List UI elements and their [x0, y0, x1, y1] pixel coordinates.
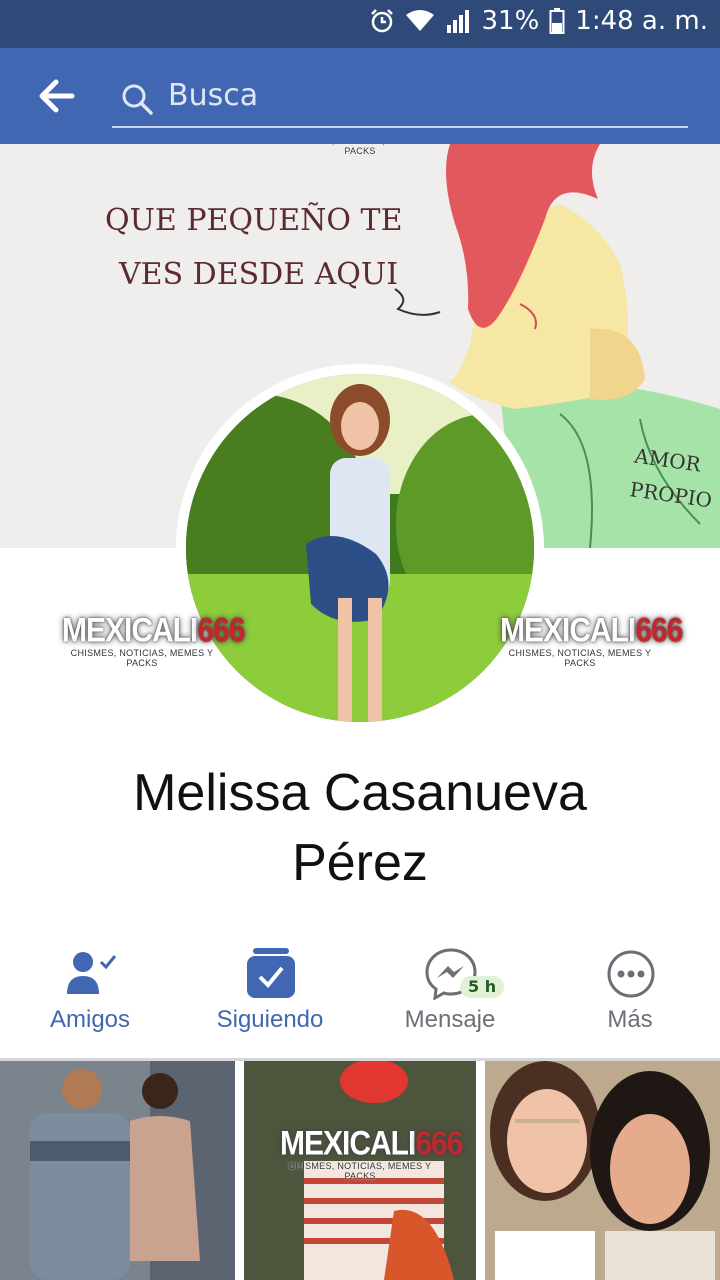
mensaje-label: Mensaje	[404, 1006, 496, 1033]
siguiendo-label: Siguiendo	[216, 1006, 324, 1033]
back-arrow-icon[interactable]	[36, 76, 76, 116]
photo-thumbnail[interactable]	[0, 1061, 235, 1280]
status-bar: 31% 1:48 a. m.	[0, 0, 720, 48]
profile-name-line2: Pérez	[292, 834, 428, 892]
watermark-logo: MEXICALI666 CHISMES, NOTICIAS, MEMES Y P…	[280, 144, 440, 156]
watermark-photo: MEXICALI666 CHISMES, NOTICIAS, MEMES Y P…	[280, 1124, 463, 1181]
more-dots-icon	[607, 950, 655, 998]
status-icons: 31% 1:48 a. m.	[369, 6, 708, 36]
message-time-badge: 5 h	[460, 976, 505, 998]
profile-photo	[186, 374, 534, 722]
cover-caption: QUE PEQUEÑO TE VES DESDE AQUI	[105, 194, 402, 302]
watermark-number: 666	[415, 1124, 463, 1163]
profile-name: Melissa Casanueva Pérez	[0, 758, 720, 898]
watermark-number: 666	[635, 611, 683, 650]
battery-percent: 31%	[481, 6, 540, 36]
cover-caption-line1: QUE PEQUEÑO TE	[105, 203, 403, 238]
signal-icon	[447, 10, 470, 33]
search-input[interactable]: Busca	[168, 78, 258, 113]
watermark-number: 666	[197, 611, 245, 650]
photo-thumbnail[interactable]: MEXICALI666 CHISMES, NOTICIAS, MEMES Y P…	[244, 1061, 476, 1280]
mas-label: Más	[607, 1006, 653, 1033]
cover-tag: AMOR PROPIO	[628, 439, 719, 518]
watermark-tagline: CHISMES, NOTICIAS, MEMES Y PACKS	[289, 144, 431, 156]
watermark-left: MEXICALI666 CHISMES, NOTICIAS, MEMES Y P…	[62, 611, 245, 668]
app-bar: Busca	[0, 48, 720, 144]
profile-picture[interactable]	[176, 364, 544, 732]
watermark-tagline: CHISMES, NOTICIAS, MEMES Y PACKS	[288, 1161, 432, 1181]
watermark-brand: MEXICALI	[280, 1124, 416, 1163]
following-check-icon	[247, 948, 295, 998]
alarm-icon	[371, 9, 394, 33]
photo-thumbnail[interactable]	[485, 1061, 720, 1280]
clock: 1:48 a. m.	[575, 6, 708, 36]
wifi-icon	[406, 10, 435, 31]
profile-name-line1: Melissa Casanueva	[133, 764, 587, 822]
cover-caption-line2: VES DESDE AQUI	[119, 257, 399, 292]
profile-photo-illustration	[186, 374, 534, 722]
search-icon	[122, 84, 153, 115]
watermark-brand: MEXICALI	[62, 611, 198, 650]
friends-check-icon	[67, 952, 117, 994]
watermark-tagline: CHISMES, NOTICIAS, MEMES Y PACKS	[508, 648, 652, 668]
watermark-brand: MEXICALI	[500, 611, 636, 650]
search-bar[interactable]: Busca	[112, 72, 688, 128]
battery-icon	[549, 8, 565, 34]
watermark-tagline: CHISMES, NOTICIAS, MEMES Y PACKS	[70, 648, 214, 668]
profile-actions: Amigos Siguiendo 5 h Mensaje Más	[0, 940, 720, 1050]
amigos-label: Amigos	[49, 1006, 131, 1033]
watermark-right: MEXICALI666 CHISMES, NOTICIAS, MEMES Y P…	[500, 611, 683, 668]
photos-strip: MEXICALI666 CHISMES, NOTICIAS, MEMES Y P…	[0, 1061, 720, 1280]
